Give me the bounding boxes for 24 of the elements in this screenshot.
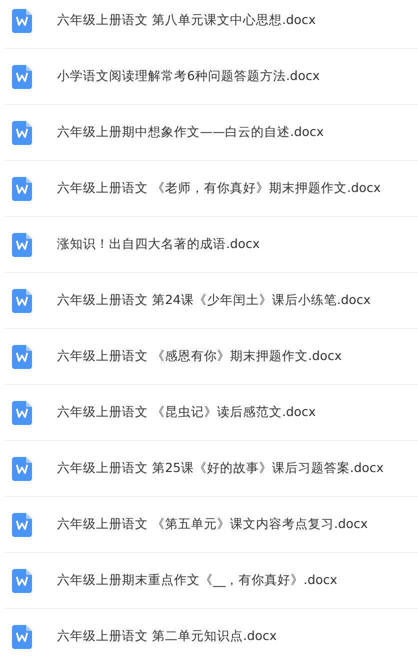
file-item[interactable]: 六年级上册语文 《老师，有你真好》期末押题作文.docx [4, 161, 418, 217]
file-item[interactable]: 六年级上册语文 第24课《少年闰土》课后小练笔.docx [4, 273, 418, 329]
word-document-icon [12, 8, 32, 32]
file-item[interactable]: 六年级上册语文 《昆虫记》读后感范文.docx [4, 385, 418, 441]
word-document-icon [12, 176, 32, 200]
word-document-icon [12, 288, 32, 312]
word-document-icon [12, 120, 32, 144]
word-document-icon [12, 344, 32, 368]
file-item[interactable]: 六年级上册期末重点作文《__，有你真好》.docx [4, 553, 418, 609]
word-document-icon [12, 568, 32, 592]
file-item[interactable]: 小学语文阅读理解常考6种问题答题方法.docx [4, 49, 418, 105]
file-item[interactable]: 六年级上册语文 《第五单元》课文内容考点复习.docx [4, 497, 418, 553]
word-document-icon [12, 624, 32, 648]
word-document-icon [12, 232, 32, 256]
file-item[interactable]: 六年级上册语文 《感恩有你》期末押题作文.docx [4, 329, 418, 385]
file-item[interactable]: 六年级上册语文 第八单元课文中心思想.docx [4, 0, 418, 49]
word-document-icon [12, 512, 32, 536]
file-item[interactable]: 六年级上册期中想象作文——白云的自述.docx [4, 105, 418, 161]
file-item[interactable]: 涨知识！出自四大名著的成语.docx [4, 217, 418, 273]
word-document-icon [12, 64, 32, 88]
file-item[interactable]: 六年级上册语文 第25课《好的故事》课后习题答案.docx [4, 441, 418, 497]
word-document-icon [12, 456, 32, 480]
file-item[interactable]: 六年级上册语文 第二单元知识点.docx [4, 609, 418, 659]
word-document-icon [12, 400, 32, 424]
